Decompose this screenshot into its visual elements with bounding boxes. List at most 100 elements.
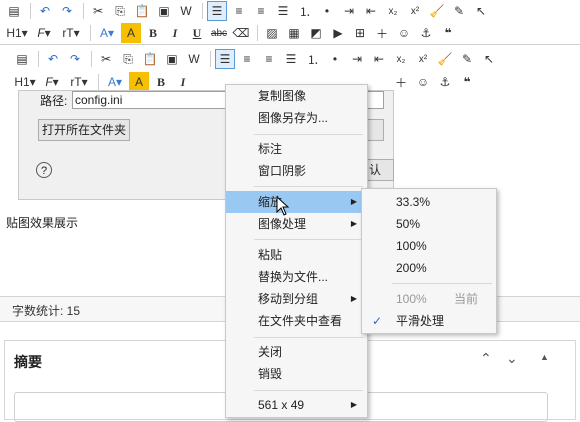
open-folder-button[interactable]: 打开所在文件夹: [38, 119, 130, 141]
undo-icon[interactable]: ↶: [43, 49, 63, 69]
font-family-dropdown[interactable]: F ▾: [40, 72, 64, 92]
table-icon[interactable]: ⊞: [350, 23, 370, 43]
menu-item-window-shadow[interactable]: 窗口阴影: [226, 160, 367, 182]
emoji-icon[interactable]: ☺: [413, 72, 433, 92]
outdent-icon[interactable]: ⇤: [361, 1, 381, 21]
video-icon[interactable]: ▶: [328, 23, 348, 43]
font-size-dropdown[interactable]: rT ▾: [58, 23, 84, 43]
italic-icon[interactable]: I: [165, 23, 185, 43]
superscript-icon[interactable]: x²: [405, 1, 425, 21]
ordered-list-icon[interactable]: ⒈: [295, 1, 315, 21]
insert-row-icon[interactable]: ＋: [372, 23, 392, 43]
indent-icon[interactable]: ⇥: [347, 49, 367, 69]
menu-item-size-info[interactable]: 561 x 49 ▶: [226, 394, 367, 416]
menu-item-annotate[interactable]: 标注: [226, 138, 367, 160]
justify-icon[interactable]: ☰: [273, 1, 293, 21]
paste-text-icon[interactable]: ▣: [154, 1, 174, 21]
font-family-dropdown[interactable]: F ▾: [32, 23, 56, 43]
menu-item-destroy[interactable]: 销毁: [226, 363, 367, 385]
outdent-icon[interactable]: ⇤: [369, 49, 389, 69]
unordered-list-icon[interactable]: •: [325, 49, 345, 69]
align-center-icon[interactable]: ≡: [237, 49, 257, 69]
align-center-icon[interactable]: ≡: [229, 1, 249, 21]
insert-row-icon[interactable]: ＋: [391, 72, 411, 92]
align-left-icon[interactable]: ☰: [215, 49, 235, 69]
align-left-icon[interactable]: ☰: [207, 1, 227, 21]
zoom-option-100[interactable]: 100%: [362, 235, 496, 257]
anchor-icon[interactable]: ⚓: [416, 23, 436, 43]
subscript-icon[interactable]: x₂: [391, 49, 411, 69]
justify-icon[interactable]: ☰: [281, 49, 301, 69]
select-icon[interactable]: ↖: [471, 1, 491, 21]
underline-icon[interactable]: [195, 72, 207, 92]
ordered-list-icon[interactable]: ⒈: [303, 49, 323, 69]
font-color-icon[interactable]: A ▾: [103, 72, 127, 92]
collapse-up-icon[interactable]: ⌃: [480, 350, 492, 367]
strikethrough-icon[interactable]: abc: [209, 23, 229, 43]
gallery-icon[interactable]: ▦: [284, 23, 304, 43]
menu-item-paste[interactable]: 粘贴: [226, 244, 367, 266]
menu-item-copy-image[interactable]: 复制图像: [226, 85, 367, 107]
menu-item-move-to-group[interactable]: 移动到分组 ▶: [226, 288, 367, 310]
collapse-down-icon[interactable]: ⌄: [506, 350, 518, 367]
source-icon[interactable]: ▤: [4, 1, 24, 21]
eraser-icon[interactable]: ⌫: [231, 23, 251, 43]
zoom-option-33[interactable]: 33.3%: [362, 191, 496, 213]
image-icon[interactable]: ▨: [262, 23, 282, 43]
bold-icon[interactable]: B: [143, 23, 163, 43]
confirm-button[interactable]: 认: [366, 159, 394, 181]
redo-icon[interactable]: ↷: [57, 1, 77, 21]
emoji-icon[interactable]: ☺: [394, 23, 414, 43]
font-color-icon[interactable]: A ▾: [95, 23, 119, 43]
paste-icon[interactable]: 📋: [132, 1, 152, 21]
indent-icon[interactable]: ⇥: [339, 1, 359, 21]
select-icon[interactable]: ↖: [479, 49, 499, 69]
clean-icon[interactable]: 🧹: [435, 49, 455, 69]
menu-item-view-in-folder[interactable]: 在文件夹中查看: [226, 310, 367, 332]
menu-item-image-processing[interactable]: 图像处理 ▶: [226, 213, 367, 235]
italic-icon[interactable]: I: [173, 72, 193, 92]
quote-icon[interactable]: ❝: [438, 23, 458, 43]
zoom-option-50[interactable]: 50%: [362, 213, 496, 235]
map-icon[interactable]: ◩: [306, 23, 326, 43]
subscript-icon[interactable]: x₂: [383, 1, 403, 21]
quote-icon[interactable]: ❝: [457, 72, 477, 92]
source-icon[interactable]: ▤: [12, 49, 32, 69]
format-painter-icon[interactable]: ✎: [457, 49, 477, 69]
underline-icon[interactable]: U: [187, 23, 207, 43]
format-painter-icon[interactable]: ✎: [449, 1, 469, 21]
bg-color-icon[interactable]: A: [129, 72, 149, 92]
bold-icon[interactable]: B: [151, 72, 171, 92]
paste-word-icon[interactable]: W: [184, 49, 204, 69]
inner-editor-frame: [0, 44, 580, 45]
heading-dropdown[interactable]: H1 ▾: [4, 23, 30, 43]
menu-item-zoom[interactable]: 缩放 ▶: [226, 191, 367, 213]
align-right-icon[interactable]: ≡: [251, 1, 271, 21]
paste-icon[interactable]: 📋: [140, 49, 160, 69]
redo-icon[interactable]: ↷: [65, 49, 85, 69]
copy-icon[interactable]: ⎘: [110, 1, 130, 21]
smooth-processing-option[interactable]: ✓ 平滑处理: [362, 310, 496, 332]
clean-icon[interactable]: 🧹: [427, 1, 447, 21]
bg-color-icon[interactable]: A: [121, 23, 141, 43]
anchor-icon[interactable]: ⚓: [435, 72, 455, 92]
cut-icon[interactable]: ✂: [88, 1, 108, 21]
zoom-option-200[interactable]: 200%: [362, 257, 496, 279]
font-size-dropdown[interactable]: rT ▾: [66, 72, 92, 92]
menu-item-close[interactable]: 关闭: [226, 341, 367, 363]
help-icon[interactable]: ?: [36, 162, 52, 178]
copy-icon[interactable]: ⎘: [118, 49, 138, 69]
align-right-icon[interactable]: ≡: [259, 49, 279, 69]
heading-dropdown[interactable]: H1 ▾: [12, 72, 38, 92]
superscript-icon[interactable]: x²: [413, 49, 433, 69]
menu-item-replace-with-file[interactable]: 替换为文件...: [226, 266, 367, 288]
menu-item-save-image-as[interactable]: 图像另存为...: [226, 107, 367, 129]
paste-text-icon[interactable]: ▣: [162, 49, 182, 69]
undo-icon[interactable]: ↶: [35, 1, 55, 21]
unordered-list-icon[interactable]: •: [317, 1, 337, 21]
toggle-triangle-icon[interactable]: ▲: [540, 352, 549, 362]
cut-icon[interactable]: ✂: [96, 49, 116, 69]
paste-word-icon[interactable]: W: [176, 1, 196, 21]
checkmark-icon: ✓: [372, 314, 383, 328]
browse-button[interactable]: [366, 119, 384, 141]
